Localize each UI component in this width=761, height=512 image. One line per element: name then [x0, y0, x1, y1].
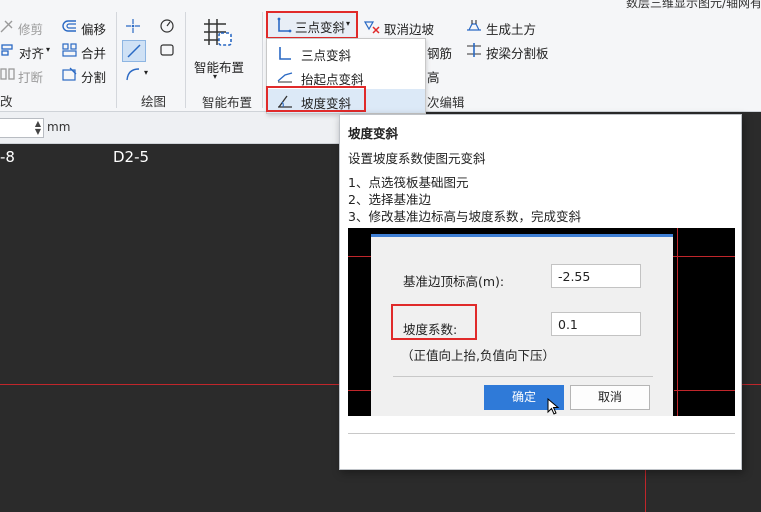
- cancel-button: 取消: [570, 385, 650, 410]
- highlight-box: [391, 304, 477, 340]
- trim-label: 修剪: [18, 22, 44, 37]
- offset-label: 偏移: [81, 22, 107, 37]
- example-dialog: 基准边顶标高(m): -2.55 坡度系数: 0.1 （正值向上抬,负值向下压）…: [371, 234, 673, 416]
- split-by-beam-label: 按梁分割板: [486, 46, 549, 61]
- align-dropdown-icon: ▾: [46, 45, 51, 54]
- height-fragment: 高: [427, 70, 440, 85]
- split-label: 分割: [81, 70, 107, 85]
- separator: [262, 12, 263, 108]
- circle-icon[interactable]: [159, 18, 175, 34]
- smart-layout-icon: [204, 19, 232, 46]
- merge-label: 合并: [81, 46, 107, 61]
- cancel-slope-icon: [364, 21, 380, 34]
- rebar-fragment: 钢筋: [427, 46, 453, 61]
- grid-axis-line: [674, 390, 735, 391]
- separator: [185, 12, 186, 108]
- menu-item-label: 三点变斜: [301, 48, 352, 63]
- raise-point-slope-icon: [277, 72, 293, 83]
- highlight-box: [266, 86, 366, 112]
- tooltip-title: 坡度变斜: [348, 126, 399, 141]
- property-toolbar: ▲ ▼ mm: [0, 112, 340, 144]
- secondary-edit-fragment: 次编辑: [427, 95, 465, 110]
- trim-icon: [0, 20, 13, 33]
- grid-axis-line: [645, 470, 646, 512]
- base-edge-input: -2.55: [551, 264, 641, 288]
- line-tool-button[interactable]: [122, 40, 146, 62]
- mouse-cursor-icon: [547, 398, 560, 415]
- tooltip-description: 设置坡度系数使图元变斜: [348, 151, 486, 166]
- tooltip-example-image: 基准边顶标高(m): -2.55 坡度系数: 0.1 （正值向上抬,负值向下压）…: [348, 228, 735, 416]
- tooltip-divider: [348, 433, 735, 434]
- base-edge-label: 基准边顶标高(m):: [403, 274, 505, 289]
- unit-label: mm: [47, 120, 71, 134]
- align-icon: [1, 44, 13, 56]
- break-label: 打断: [18, 70, 44, 85]
- earthwork-icon: [467, 20, 481, 31]
- help-tooltip: 坡度变斜 设置坡度系数使图元变斜 1、点选筏板基础图元 2、选择基准边 3、修改…: [339, 114, 742, 470]
- smart-layout-dropdown-icon: ▾: [213, 72, 218, 81]
- line-icon: [127, 44, 141, 58]
- axis-label: -8: [0, 148, 15, 166]
- split-icon: [62, 67, 77, 81]
- align-label: 对齐: [19, 46, 45, 61]
- slope-hint: （正值向上抬,负值向下压）: [401, 348, 555, 363]
- modify-group-label: 改: [0, 94, 13, 109]
- grid-axis-line: [348, 390, 372, 391]
- separator: [116, 12, 117, 108]
- tooltip-step: 3、修改基准边标高与坡度系数，完成变斜: [348, 209, 581, 224]
- dialog-titlebar: [371, 234, 673, 237]
- spin-arrows-icon[interactable]: ▲ ▼: [35, 120, 41, 136]
- rectangle-icon[interactable]: [159, 42, 175, 58]
- arc-dropdown-icon: ▾: [144, 68, 149, 77]
- dialog-separator: [393, 376, 653, 377]
- axis-label: D2-5: [113, 148, 150, 166]
- point-icon[interactable]: [125, 18, 141, 34]
- smart-group-label: 智能布置: [202, 95, 253, 110]
- highlight-box: [266, 11, 358, 39]
- cancel-edge-slope-label: 取消边坡: [384, 22, 435, 37]
- slope-ratio-input: 0.1: [551, 312, 641, 336]
- window-title: 数层三维显示图元/轴网有: [626, 0, 761, 10]
- offset-icon: [62, 20, 76, 32]
- smart-layout-label: 智能布置: [194, 60, 245, 75]
- break-icon: [0, 68, 15, 80]
- three-point-slope-icon: [279, 47, 291, 60]
- grid-axis-line: [677, 228, 678, 416]
- value-input[interactable]: ▲ ▼: [0, 118, 44, 138]
- merge-icon: [62, 43, 77, 57]
- arc-icon: [126, 68, 140, 81]
- menu-item-three-point-slope[interactable]: 三点变斜: [267, 41, 425, 65]
- split-by-beam-icon: [467, 43, 481, 57]
- generate-earthwork-label: 生成土方: [486, 22, 537, 37]
- draw-group-label: 绘图: [141, 94, 167, 109]
